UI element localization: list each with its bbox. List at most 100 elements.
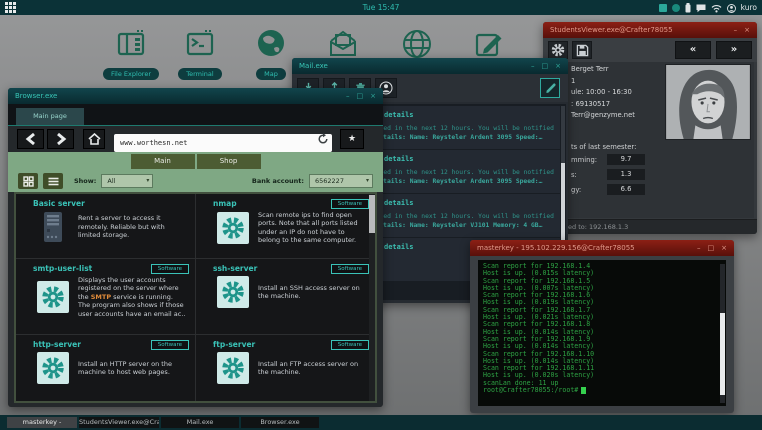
forward-button[interactable]: [47, 129, 74, 149]
terminal-title: masterkey - 195.102.229.156@Crafter78055: [477, 244, 697, 252]
floppy-save-icon: [576, 44, 589, 57]
mail-titlebar[interactable]: Mail.exe – □ ×: [292, 58, 568, 74]
maximize-button[interactable]: □: [357, 92, 364, 100]
studentsviewer-toolbar: « »: [543, 38, 757, 62]
store-item-nmap[interactable]: nmap Software Scan remote ips to find op…: [196, 194, 375, 258]
connection-status: ed to: 192.168.1.3: [543, 219, 757, 234]
home-icon: [88, 133, 101, 145]
studentsviewer-titlebar[interactable]: StudentsViewer.exe@Crafter78055 – ×: [543, 22, 757, 38]
item-description: Rent a server to access it remotely. Rel…: [78, 214, 187, 239]
tray-square-icon[interactable]: [659, 4, 667, 12]
terminal-screen[interactable]: Scan report for 192.168.1.4 Host is up. …: [478, 260, 726, 406]
desktop-icon-mail[interactable]: [307, 27, 379, 61]
minimize-button[interactable]: –: [697, 244, 701, 252]
browser-titlebar[interactable]: Browser.exe – □ ×: [8, 88, 383, 104]
settings-button[interactable]: [548, 41, 568, 59]
grades-header: ts of last semester:: [571, 143, 636, 151]
back-arrow-icon: [25, 132, 37, 146]
show-filter-value: All: [107, 177, 115, 185]
home-button[interactable]: [83, 129, 105, 149]
desktop-icon-browser[interactable]: [381, 27, 453, 61]
star-icon: ★: [348, 134, 356, 144]
chevron-down-icon: ▾: [366, 175, 369, 187]
mail-snippet-line2: . Details: Name: Reysteler VJ101 Memory:…: [368, 222, 542, 229]
site-header: Main Shop: [8, 152, 383, 170]
site-tab-shop[interactable]: Shop: [197, 154, 261, 169]
tray-circle-icon[interactable]: [672, 4, 680, 12]
close-button[interactable]: ×: [744, 26, 750, 34]
details-link[interactable]: details: [384, 111, 414, 119]
browser-tabstrip: Main page: [8, 104, 383, 126]
minimize-button[interactable]: –: [531, 62, 535, 70]
compose-button[interactable]: [540, 78, 560, 98]
gear-icon: [551, 43, 565, 57]
desktop-icon-terminal[interactable]: Terminal: [164, 27, 236, 80]
item-description: Install an HTTP server on the machine to…: [78, 360, 187, 377]
item-description: Install an FTP access server on the mach…: [258, 360, 367, 377]
list-view-button[interactable]: [43, 173, 63, 189]
mail-snippet-line1: alled in the next 12 hours. You will be …: [372, 213, 554, 220]
wifi-icon[interactable]: [711, 0, 722, 17]
browser-scrollbar[interactable]: [369, 194, 375, 401]
maximize-button[interactable]: □: [708, 244, 715, 252]
browser-tab-main-page[interactable]: Main page: [16, 108, 84, 125]
details-link[interactable]: details: [384, 155, 414, 163]
desktop-icon-file-explorer[interactable]: File Explorer: [95, 27, 167, 80]
bank-account-select[interactable]: 6562227 ▾: [309, 174, 373, 188]
taskbar-item-mail[interactable]: Mail.exe: [161, 417, 239, 428]
refresh-icon[interactable]: [317, 133, 329, 145]
top-menu-bar: Tue 15:47 kuro: [0, 0, 762, 15]
mail-snippet-line2: . Details: Name: Reysteler Ardent 3095 S…: [368, 178, 542, 185]
minimize-button[interactable]: –: [734, 26, 738, 34]
close-button[interactable]: ×: [555, 62, 561, 70]
prev-student-button[interactable]: «: [675, 41, 711, 59]
student-schedule: ule: 10:00 - 16:30: [571, 87, 635, 99]
site-tab-main[interactable]: Main: [131, 154, 195, 169]
bookmark-button[interactable]: ★: [340, 129, 364, 149]
close-button[interactable]: ×: [370, 92, 376, 100]
software-gear-icon: [37, 352, 69, 384]
terminal-titlebar[interactable]: masterkey - 195.102.229.156@Crafter78055…: [470, 240, 734, 256]
student-info: Berget Terr 1 ule: 10:00 - 16:30 : 69130…: [571, 64, 635, 122]
details-link[interactable]: details: [384, 243, 414, 251]
show-label: Show:: [74, 177, 96, 185]
desktop-icon-editor[interactable]: [453, 27, 525, 61]
clock: Tue 15:47: [363, 3, 400, 12]
apps-grid-icon[interactable]: [5, 2, 16, 13]
url-input[interactable]: [114, 134, 332, 152]
next-student-button[interactable]: »: [716, 41, 752, 59]
student-name: Berget Terr: [571, 64, 635, 76]
minimize-button[interactable]: –: [346, 92, 350, 100]
software-gear-icon: [37, 281, 69, 313]
maximize-button[interactable]: □: [542, 62, 549, 70]
network-globe-icon: [400, 27, 434, 61]
bank-account-label: Bank account:: [252, 177, 304, 185]
chat-icon[interactable]: [696, 0, 706, 17]
store-item-basic-server[interactable]: Basic server Rent a server to access it …: [16, 194, 195, 258]
terminal-scrollbar[interactable]: [720, 264, 725, 403]
grade-label: gy:: [571, 186, 607, 194]
close-button[interactable]: ×: [721, 244, 727, 252]
store-item-ftp-server[interactable]: ftp-server Software Install an FTP acces…: [196, 335, 375, 401]
user-icon[interactable]: [727, 0, 736, 17]
student-portrait: [665, 64, 751, 140]
grid-view-button[interactable]: [18, 173, 38, 189]
software-gear-icon: [217, 212, 249, 244]
terminal-output: Scan report for 192.168.1.4 Host is up. …: [483, 263, 726, 387]
taskbar-item-studentsviewer[interactable]: StudentsViewer.exe@Crafter: [79, 417, 159, 428]
taskbar-item-browser[interactable]: Browser.exe: [241, 417, 319, 428]
student-details-panel: Berget Terr 1 ule: 10:00 - 16:30 : 69130…: [546, 62, 754, 218]
show-filter-select[interactable]: All ▾: [101, 174, 153, 188]
details-link[interactable]: details: [384, 199, 414, 207]
browser-window: Browser.exe – □ × Main page: [8, 88, 383, 407]
chevron-down-icon: ▾: [146, 175, 149, 187]
store-item-smtp-user-list[interactable]: smtp-user-list Software Displays the use…: [16, 259, 195, 334]
store-item-http-server[interactable]: http-server Software Install an HTTP ser…: [16, 335, 195, 401]
save-button[interactable]: [572, 41, 592, 59]
grid-view-icon: [23, 176, 34, 187]
store-item-ssh-server[interactable]: ssh-server Software Install an SSH acces…: [196, 259, 375, 334]
taskbar-item-masterkey[interactable]: masterkey -: [7, 417, 77, 428]
back-button[interactable]: [17, 129, 44, 149]
battery-icon[interactable]: [685, 0, 691, 17]
username-label[interactable]: kuro: [741, 3, 757, 12]
